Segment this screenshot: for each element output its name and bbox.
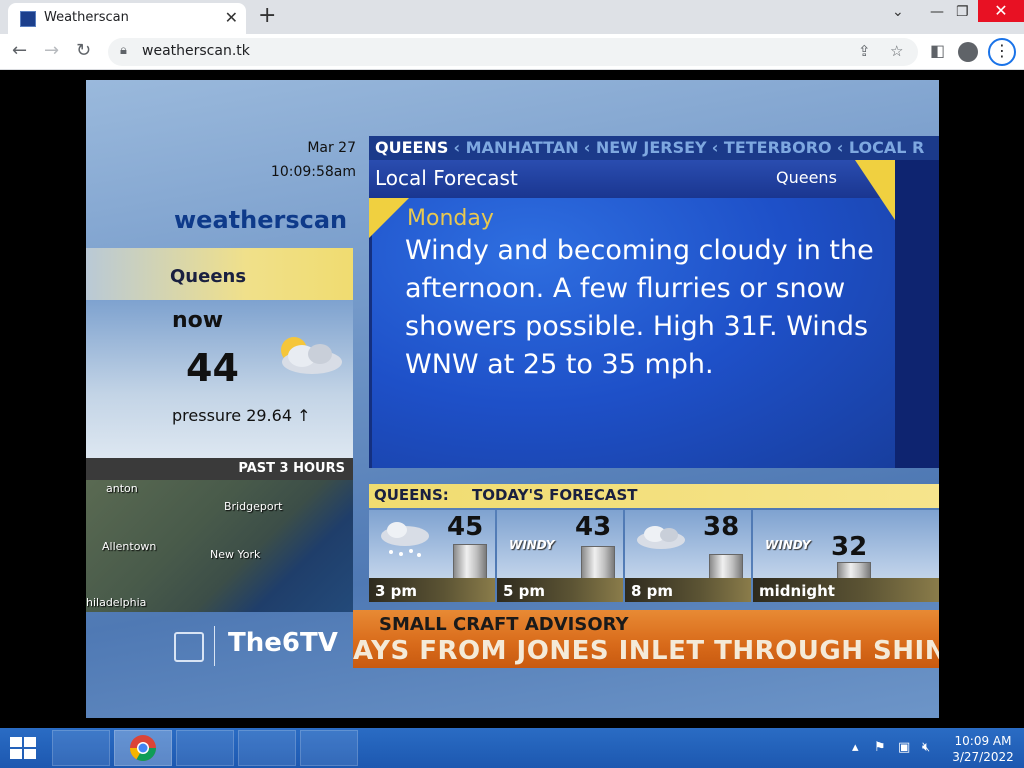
map-label-anton: anton: [106, 482, 138, 495]
advisory-text: AYS FROM JONES INLET THROUGH SHINN: [353, 636, 939, 666]
period-time: midnight: [759, 582, 835, 600]
page-viewport: Mar 27 10:09:58am weatherscan Queens now…: [0, 70, 1024, 728]
period-temperature: 32: [831, 532, 868, 562]
weatherscan-display: Mar 27 10:09:58am weatherscan Queens now…: [86, 80, 939, 718]
cloud-icon: [637, 526, 685, 549]
tab-weatherscan[interactable]: Weatherscan ✕: [8, 3, 246, 34]
profile-avatar-icon[interactable]: [958, 42, 978, 62]
snow-cloud-icon: [381, 522, 429, 557]
period-temperature: 45: [447, 512, 484, 542]
time: 10:09:58am: [270, 164, 356, 180]
close-window-button[interactable]: ✕: [978, 0, 1024, 22]
radar-map: anton Bridgeport Allentown New York hila…: [86, 480, 353, 612]
taskbar-time[interactable]: 10:09 AM: [948, 734, 1018, 748]
file-explorer-icon[interactable]: [52, 730, 110, 766]
location-ticker: QUEENS ‹ MANHATTAN ‹ NEW JERSEY ‹ TETERB…: [369, 136, 939, 160]
url-text[interactable]: weatherscan.tk: [142, 43, 250, 59]
lock-icon[interactable]: 🔒︎: [120, 43, 127, 58]
advisory-ticker: SMALL CRAFT ADVISORY AYS FROM JONES INLE…: [353, 610, 939, 668]
weather-channel-favicon-icon: [20, 11, 36, 27]
window-app-icon[interactable]: [300, 730, 358, 766]
forecast-day: Monday: [407, 206, 494, 231]
weatherscan-logo: weatherscan: [174, 206, 348, 234]
current-location: Queens: [170, 266, 247, 287]
minimize-button[interactable]: —: [930, 4, 944, 20]
network-icon[interactable]: ▣: [898, 740, 910, 755]
back-arrow-icon[interactable]: ←: [12, 40, 27, 61]
map-label-allentown: Allentown: [102, 540, 157, 553]
chrome-icon[interactable]: [114, 730, 172, 766]
forecast-text: Windy and becoming cloudy in the afterno…: [405, 235, 874, 380]
bookmark-star-icon[interactable]: ☆: [890, 42, 903, 60]
taskbar: ▴ ⚑ ▣ 🔇︎ 10:09 AM 3/27/2022: [0, 728, 1024, 768]
now-label: now: [172, 308, 224, 333]
forecast-corner-accent: [855, 160, 895, 220]
ticker-location: ‹ NEW JERSEY: [583, 138, 707, 157]
period-temperature: 38: [703, 512, 740, 542]
windows-start-icon[interactable]: [8, 736, 38, 760]
tv-icon: [174, 632, 204, 662]
current-temperature: 44: [186, 346, 239, 390]
date: Mar 27: [307, 140, 356, 156]
windy-icon: WINDY: [509, 538, 555, 552]
map-label-philadelphia: hiladelphia: [86, 596, 147, 609]
map-label-bridgeport: Bridgeport: [224, 500, 283, 513]
channel-logo: The6TV: [228, 628, 338, 658]
forecast-side-panel: [895, 160, 939, 468]
todays-forecast-title: TODAY'S FORECAST: [472, 486, 638, 504]
ticker-location: ‹ TETERBORO: [711, 138, 832, 157]
tab-search-chevron-icon[interactable]: ⌄: [892, 4, 904, 20]
volume-muted-icon[interactable]: 🔇︎: [922, 740, 930, 755]
todays-forecast-bar: [369, 484, 939, 508]
period-temperature: 43: [575, 512, 612, 542]
command-prompt-icon[interactable]: [238, 730, 296, 766]
logo-divider: [214, 626, 215, 666]
forecast-period: WINDY 43 5 pm: [497, 510, 623, 602]
ticker-location: ‹ LOCAL R: [836, 138, 925, 157]
side-panel-icon[interactable]: ◧: [930, 41, 945, 60]
forecast-period: 45 3 pm: [369, 510, 495, 602]
advisory-title: SMALL CRAFT ADVISORY: [379, 614, 629, 635]
local-forecast-title: Local Forecast: [375, 166, 518, 190]
share-icon[interactable]: ⇪: [858, 42, 871, 60]
period-time: 3 pm: [375, 582, 418, 600]
task-manager-icon[interactable]: [176, 730, 234, 766]
tab-close-button[interactable]: ✕: [225, 8, 238, 27]
chrome-logo-icon: [129, 735, 157, 762]
period-time: 8 pm: [631, 582, 674, 600]
reload-icon[interactable]: ↻: [76, 40, 91, 61]
new-tab-button[interactable]: +: [258, 3, 276, 28]
restore-button[interactable]: ❐: [956, 4, 969, 20]
map-label-new-york: New York: [210, 548, 261, 561]
forecast-period: 38 8 pm: [625, 510, 751, 602]
radar-period-label: PAST 3 HOURS: [86, 458, 353, 480]
pressure-reading: pressure 29.64 ↑: [172, 406, 311, 425]
browser-tabstrip: Weatherscan ✕ + ⌄ — ❐ ✕: [0, 0, 1024, 34]
forecast-period: WINDY 32 midnight: [753, 510, 939, 602]
address-bar[interactable]: 🔒︎ weatherscan.tk ⇪ ☆: [108, 38, 918, 66]
period-time: 5 pm: [503, 582, 546, 600]
partly-cloudy-icon: [281, 337, 342, 374]
local-forecast-location: Queens: [776, 168, 837, 187]
taskbar-date[interactable]: 3/27/2022: [948, 750, 1018, 764]
tab-title: Weatherscan: [44, 10, 129, 25]
forecast-corner-accent: [369, 198, 409, 238]
ticker-location: ‹ MANHATTAN: [453, 138, 579, 157]
todays-forecast-location: QUEENS:: [374, 486, 449, 504]
menu-kebab-icon[interactable]: ⋮: [988, 38, 1016, 66]
windy-icon: WINDY: [765, 538, 811, 552]
tray-overflow-icon[interactable]: ▴: [852, 740, 859, 755]
flag-icon[interactable]: ⚑: [874, 740, 886, 755]
ticker-current-location: QUEENS: [375, 138, 449, 157]
forward-arrow-icon[interactable]: →: [44, 40, 59, 61]
browser-toolbar: ← → ↻ 🔒︎ weatherscan.tk ⇪ ☆ ◧ ⋮: [0, 34, 1024, 70]
